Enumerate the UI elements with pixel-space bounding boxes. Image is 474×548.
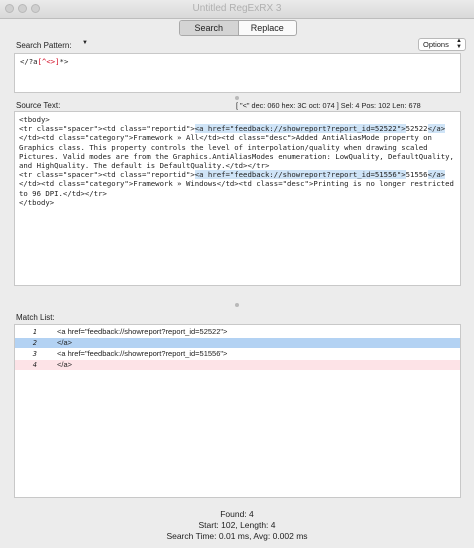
- match-row-4[interactable]: 4 </a>: [15, 360, 460, 370]
- match-number: 3: [32, 350, 37, 358]
- popup-arrows-icon: ▲ ▼: [456, 38, 462, 50]
- pattern-suffix: *>: [59, 57, 69, 66]
- match-highlight: </a>: [427, 124, 446, 134]
- search-pattern-text: </?a[^<>]*>: [15, 54, 460, 69]
- search-pattern-label: Search Pattern:: [16, 41, 72, 50]
- pattern-prefix: </?a: [20, 57, 38, 66]
- pattern-char-class: [^<>]: [37, 57, 60, 66]
- match-highlight: <a href="feedback://showreport?report_id…: [194, 170, 406, 180]
- source-segment: 51556: [405, 170, 428, 180]
- match-row-2[interactable]: 2 </a>: [15, 338, 460, 348]
- cursor-info: [ "<" dec: 060 hex: 3C oct: 074 ] Sel: 4…: [236, 101, 421, 110]
- match-text: <a href="feedback://showreport?report_id…: [57, 349, 228, 358]
- match-highlight: </a>: [427, 170, 446, 180]
- source-segment: 52522: [405, 124, 428, 134]
- found-count: Found: 4: [220, 509, 254, 519]
- mode-tabs: Search Replace: [179, 20, 297, 36]
- match-row-3[interactable]: 3 <a href="feedback://showreport?report_…: [15, 349, 460, 359]
- tab-search[interactable]: Search: [180, 21, 239, 35]
- source-segment: </td><td class="category">Framework » Wi…: [19, 179, 454, 207]
- source-text-area[interactable]: <tbody> <tr class="spacer"><td class="re…: [14, 111, 461, 286]
- title-bar: Untitled RegExRX 3: [0, 0, 474, 19]
- search-time: Search Time: 0.01 ms, Avg: 0.002 ms: [166, 531, 308, 541]
- source-segment: <tbody> <tr class="spacer"><td class="re…: [19, 115, 195, 134]
- options-popup[interactable]: Options ▲ ▼: [418, 38, 466, 51]
- match-text: </a>: [57, 338, 73, 347]
- splitter-handle[interactable]: [235, 96, 239, 100]
- match-text: <a href="feedback://showreport?report_id…: [57, 327, 228, 336]
- match-number: 1: [32, 328, 37, 336]
- splitter-handle-lower[interactable]: [235, 303, 239, 307]
- options-label: Options: [423, 40, 449, 49]
- pattern-menu-icon[interactable]: ▼: [82, 40, 88, 46]
- match-start-length: Start: 102, Length: 4: [198, 520, 276, 530]
- match-number: 4: [32, 361, 37, 369]
- match-highlight: <a href="feedback://showreport?report_id…: [194, 124, 406, 134]
- source-text-content: <tbody> <tr class="spacer"><td class="re…: [15, 112, 460, 210]
- match-text: </a>: [57, 360, 73, 369]
- match-number: 2: [32, 339, 37, 347]
- tab-replace[interactable]: Replace: [239, 21, 297, 35]
- match-list-label: Match List:: [16, 313, 55, 322]
- source-text-label: Source Text:: [16, 101, 61, 110]
- search-pattern-input[interactable]: </?a[^<>]*>: [14, 53, 461, 93]
- window-title: Untitled RegExRX 3: [192, 3, 282, 14]
- match-row-1[interactable]: 1 <a href="feedback://showreport?report_…: [15, 327, 460, 337]
- match-list[interactable]: 1 <a href="feedback://showreport?report_…: [14, 324, 461, 498]
